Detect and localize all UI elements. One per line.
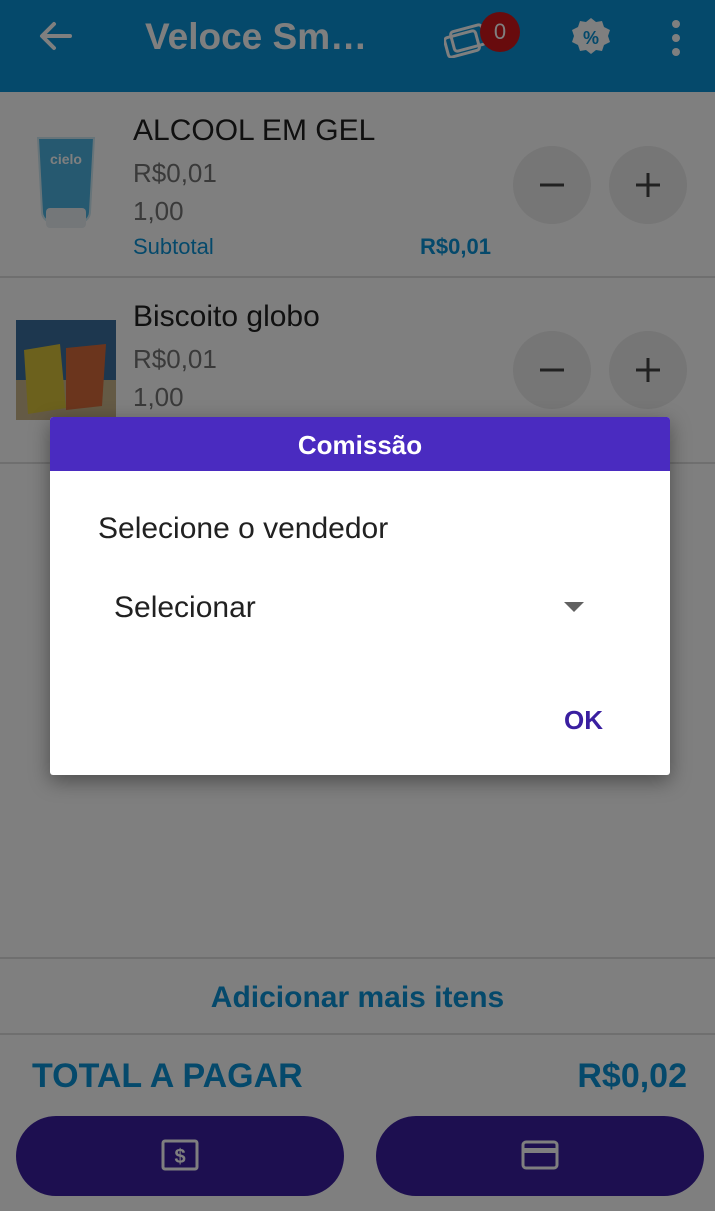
ok-button[interactable]: OK — [564, 705, 603, 736]
dialog-title: Comissão — [50, 417, 670, 471]
seller-select[interactable]: Selecionar — [114, 587, 604, 631]
commission-dialog: Comissão Selecione o vendedor Selecionar… — [50, 417, 670, 775]
dropdown-arrow-icon — [564, 602, 584, 612]
seller-select-value: Selecionar — [114, 591, 256, 624]
dialog-prompt: Selecione o vendedor — [98, 512, 389, 545]
